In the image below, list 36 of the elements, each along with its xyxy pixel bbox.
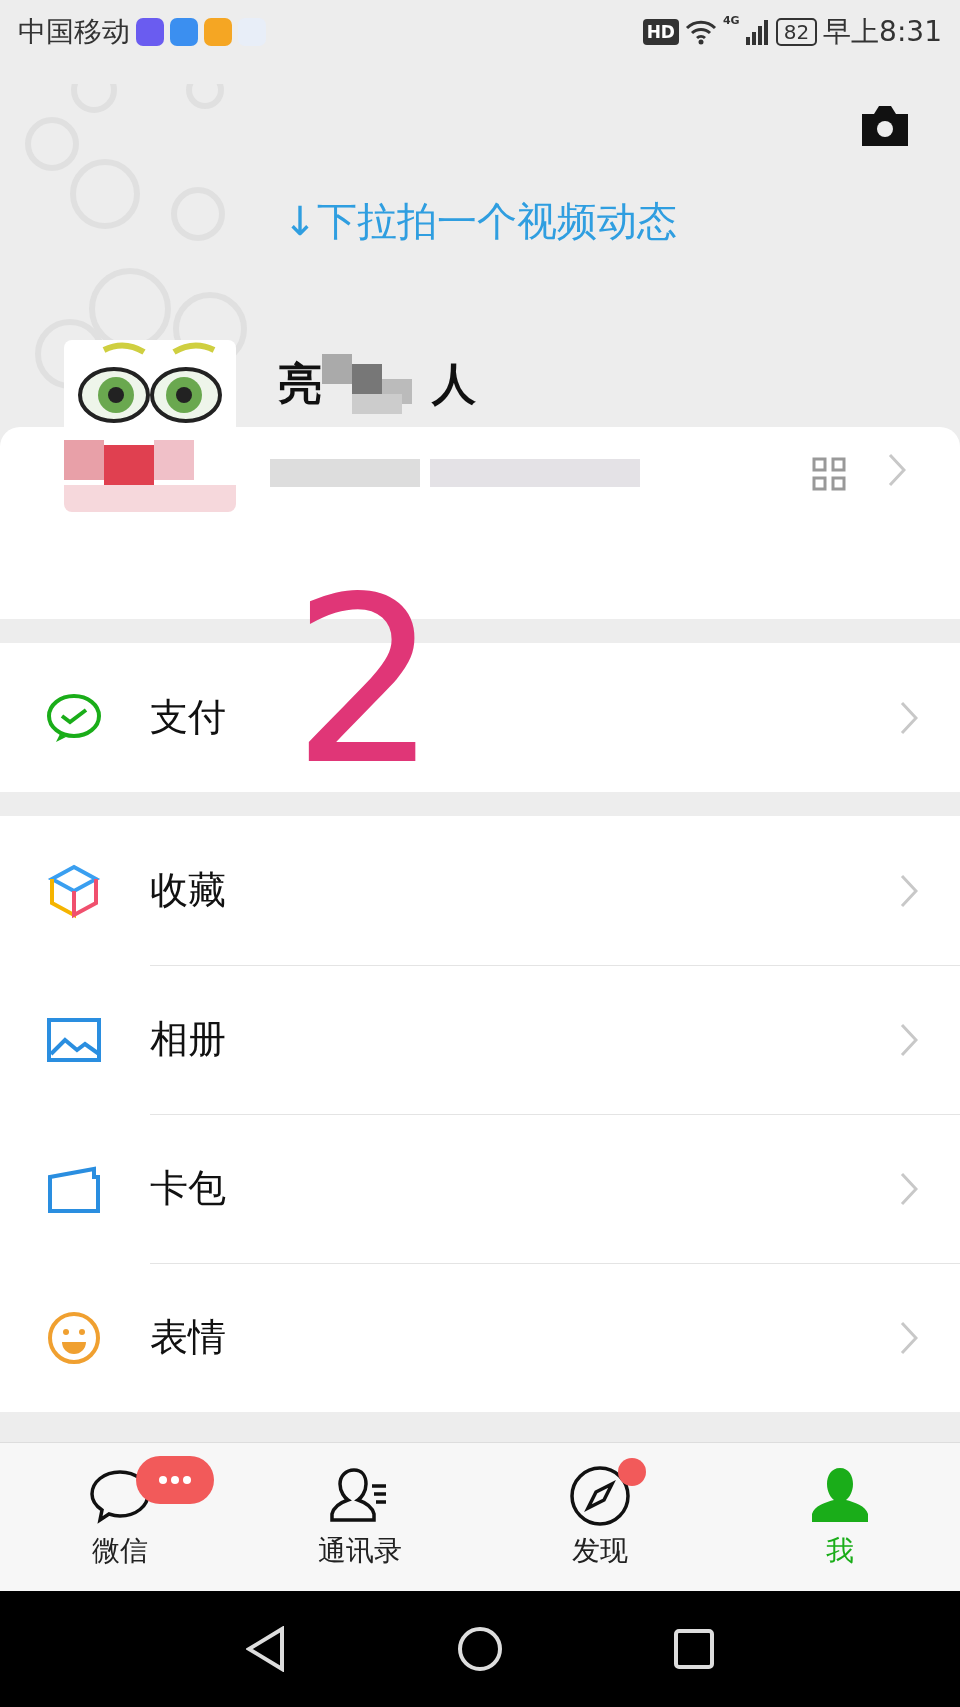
compass-icon — [568, 1464, 632, 1528]
chevron-icon — [900, 1022, 918, 1057]
chevron-icon — [900, 1171, 918, 1206]
battery-indicator: 82 — [775, 18, 818, 46]
app-icon — [204, 18, 232, 46]
annotation-number: 2 — [292, 567, 439, 797]
menu-item[interactable]: 收藏 — [150, 865, 226, 916]
menu-item[interactable]: 相册 — [150, 1014, 226, 1065]
chevron-icon — [900, 1320, 918, 1355]
network-label: 4G — [722, 14, 740, 27]
user-name: 人 — [432, 356, 476, 411]
qr-code-icon[interactable] — [812, 457, 846, 491]
notification-dot — [618, 1458, 646, 1486]
home-icon[interactable] — [457, 1626, 503, 1672]
cube-icon — [46, 862, 102, 919]
tab[interactable]: 通讯录 — [240, 1443, 480, 1591]
chevron-icon — [900, 700, 918, 735]
app-icon — [170, 18, 198, 46]
signal-icon — [745, 19, 770, 45]
app-icon — [136, 18, 164, 46]
clock: 早上8:31 — [823, 14, 942, 50]
recents-icon[interactable] — [674, 1629, 715, 1669]
wifi-icon — [684, 19, 717, 45]
menu-item[interactable]: 支付 — [150, 692, 226, 743]
chevron-icon — [900, 873, 918, 908]
user-name: 亮 — [278, 356, 322, 411]
menu-item[interactable]: 卡包 — [150, 1163, 226, 1214]
pull-down-hint: ↓下拉拍一个视频动态 — [282, 197, 678, 246]
chevron-icon — [888, 453, 906, 487]
tab[interactable]: 发现 — [480, 1443, 720, 1591]
carrier-name: 中国移动 — [18, 14, 130, 50]
smiley-icon — [46, 1309, 102, 1366]
back-icon[interactable] — [245, 1626, 286, 1672]
tab[interactable]: 微信 — [0, 1443, 240, 1591]
menu-item[interactable]: 表情 — [150, 1312, 226, 1363]
hd-badge: HD — [642, 19, 679, 45]
